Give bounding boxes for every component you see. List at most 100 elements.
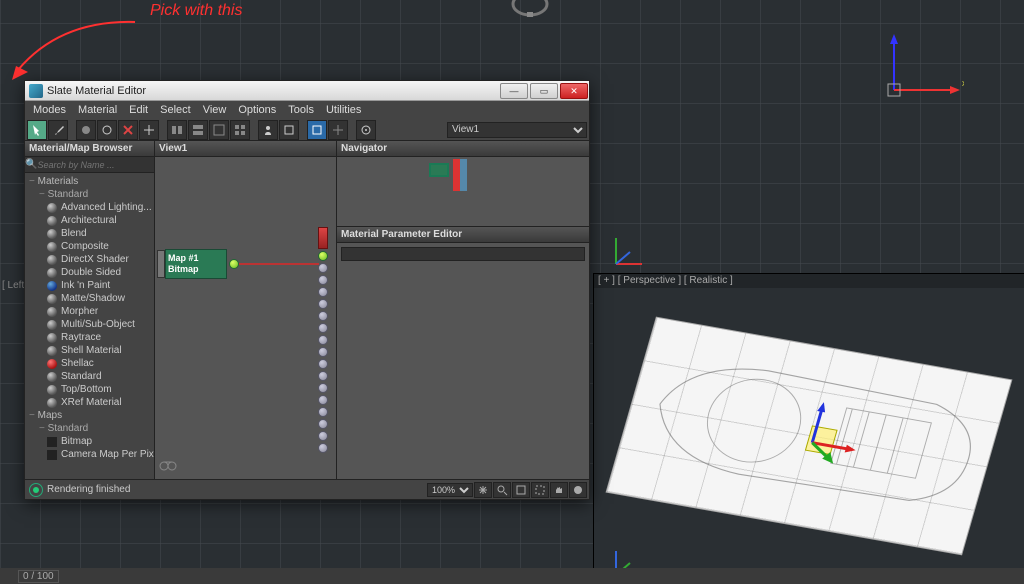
- zoom-tool-icon[interactable]: [493, 482, 511, 498]
- view-selector[interactable]: View1: [447, 122, 587, 138]
- render-preview-icon[interactable]: [569, 482, 587, 498]
- material-socket-7[interactable]: [318, 335, 328, 345]
- mat-standard[interactable]: Standard: [25, 370, 154, 383]
- mat-inknpaint[interactable]: Ink 'n Paint: [25, 279, 154, 292]
- pointer-tool-button[interactable]: [27, 120, 47, 140]
- toolbar-btn-e[interactable]: [258, 120, 278, 140]
- layout-b-button[interactable]: [188, 120, 208, 140]
- perspective-viewport[interactable]: [ + ] [ Perspective ] [ Realistic ]: [593, 273, 1024, 584]
- material-socket-5[interactable]: [318, 311, 328, 321]
- eyedropper-tool-button[interactable]: [48, 120, 68, 140]
- maximize-button[interactable]: ▭: [530, 83, 558, 99]
- menu-modes[interactable]: Modes: [29, 102, 70, 118]
- toolbar-btn-i[interactable]: [356, 120, 376, 140]
- layout-a-button[interactable]: [167, 120, 187, 140]
- annotation-text: Pick with this: [150, 2, 242, 19]
- mat-adv-lighting[interactable]: Advanced Lighting...: [25, 201, 154, 214]
- zoom-selector[interactable]: 100%: [427, 483, 473, 497]
- toolbar-btn-h[interactable]: [328, 120, 348, 140]
- material-socket-11[interactable]: [318, 383, 328, 393]
- mat-xref[interactable]: XRef Material: [25, 396, 154, 409]
- perspective-content[interactable]: [594, 288, 1024, 584]
- mat-composite[interactable]: Composite: [25, 240, 154, 253]
- layout-d-button[interactable]: [230, 120, 250, 140]
- node-input-stub[interactable]: [157, 250, 165, 278]
- binoculars-icon[interactable]: [159, 458, 177, 475]
- search-input[interactable]: [37, 160, 154, 170]
- toolbar-btn-g[interactable]: [307, 120, 327, 140]
- window-title: Slate Material Editor: [47, 85, 146, 97]
- material-socket-15[interactable]: [318, 431, 328, 441]
- toolbar: View1: [25, 119, 589, 141]
- browser-tree[interactable]: Materials Standard Advanced Lighting... …: [25, 173, 154, 479]
- assign-material-button[interactable]: [76, 120, 96, 140]
- material-socket-3[interactable]: [318, 287, 328, 297]
- cat-maps[interactable]: Maps: [25, 409, 154, 422]
- pan-hand-icon[interactable]: [550, 482, 568, 498]
- cat-materials[interactable]: Materials: [25, 175, 154, 188]
- material-socket-14[interactable]: [318, 419, 328, 429]
- cat-maps-standard[interactable]: Standard: [25, 422, 154, 435]
- material-node[interactable]: [318, 227, 328, 453]
- cat-standard[interactable]: Standard: [25, 188, 154, 201]
- delete-button[interactable]: [118, 120, 138, 140]
- window-titlebar[interactable]: Slate Material Editor — ▭ ✕: [25, 81, 589, 101]
- mat-shellac[interactable]: Shellac: [25, 357, 154, 370]
- layout-c-button[interactable]: [209, 120, 229, 140]
- mat-doublesided[interactable]: Double Sided: [25, 266, 154, 279]
- mat-multisub[interactable]: Multi/Sub-Object: [25, 318, 154, 331]
- parameter-editor-panel: Material Parameter Editor: [337, 227, 589, 479]
- bitmap-node[interactable]: Map #1 Bitmap: [157, 249, 239, 279]
- material-socket-6[interactable]: [318, 323, 328, 333]
- mat-raytrace[interactable]: Raytrace: [25, 331, 154, 344]
- material-socket-16[interactable]: [318, 443, 328, 453]
- reference-plane[interactable]: [607, 318, 1011, 554]
- menu-view[interactable]: View: [199, 102, 231, 118]
- material-map-browser: Material/Map Browser 🔍 × Materials Stand…: [25, 141, 155, 479]
- menu-options[interactable]: Options: [234, 102, 280, 118]
- toolbar-btn-f[interactable]: [279, 120, 299, 140]
- view1-title: View1: [155, 141, 336, 157]
- node-output-port[interactable]: [229, 259, 239, 269]
- pan-tool-icon[interactable]: [474, 482, 492, 498]
- zoom-extents-icon[interactable]: [512, 482, 530, 498]
- map-cameramap[interactable]: Camera Map Per Pixel: [25, 448, 154, 461]
- menu-select[interactable]: Select: [156, 102, 195, 118]
- viewcube-ring-icon[interactable]: [510, 0, 550, 25]
- navigator-thumbnail[interactable]: [429, 163, 467, 191]
- node-type: Bitmap: [168, 264, 222, 275]
- menu-tools[interactable]: Tools: [284, 102, 318, 118]
- material-socket-8[interactable]: [318, 347, 328, 357]
- material-socket-9[interactable]: [318, 359, 328, 369]
- mat-blend[interactable]: Blend: [25, 227, 154, 240]
- wire-connection[interactable]: [239, 263, 319, 265]
- menu-utilities[interactable]: Utilities: [322, 102, 365, 118]
- menu-material[interactable]: Material: [74, 102, 121, 118]
- close-button[interactable]: ✕: [560, 83, 588, 99]
- param-name-field[interactable]: [341, 247, 585, 261]
- mat-matteshadow[interactable]: Matte/Shadow: [25, 292, 154, 305]
- perspective-viewport-label[interactable]: [ + ] [ Perspective ] [ Realistic ]: [594, 274, 1024, 288]
- material-socket-4[interactable]: [318, 299, 328, 309]
- minimize-button[interactable]: —: [500, 83, 528, 99]
- mat-shell[interactable]: Shell Material: [25, 344, 154, 357]
- material-socket-in[interactable]: [318, 251, 328, 261]
- toolbar-move-button[interactable]: [139, 120, 159, 140]
- material-socket-13[interactable]: [318, 407, 328, 417]
- mat-directx[interactable]: DirectX Shader: [25, 253, 154, 266]
- map-bitmap[interactable]: Bitmap: [25, 435, 154, 448]
- mat-morpher[interactable]: Morpher: [25, 305, 154, 318]
- view1-canvas[interactable]: View1 Map #1 Bitmap: [155, 141, 337, 479]
- material-socket-10[interactable]: [318, 371, 328, 381]
- zoom-region-icon[interactable]: [531, 482, 549, 498]
- material-socket-12[interactable]: [318, 395, 328, 405]
- material-socket-1[interactable]: [318, 263, 328, 273]
- mat-architectural[interactable]: Architectural: [25, 214, 154, 227]
- navigator-panel[interactable]: Navigator: [337, 141, 589, 227]
- mat-topbottom[interactable]: Top/Bottom: [25, 383, 154, 396]
- material-node-header[interactable]: [318, 227, 328, 249]
- menu-edit[interactable]: Edit: [125, 102, 152, 118]
- material-socket-2[interactable]: [318, 275, 328, 285]
- axis-gizmo-top[interactable]: x: [844, 30, 964, 123]
- toolbar-sphere-button[interactable]: [97, 120, 117, 140]
